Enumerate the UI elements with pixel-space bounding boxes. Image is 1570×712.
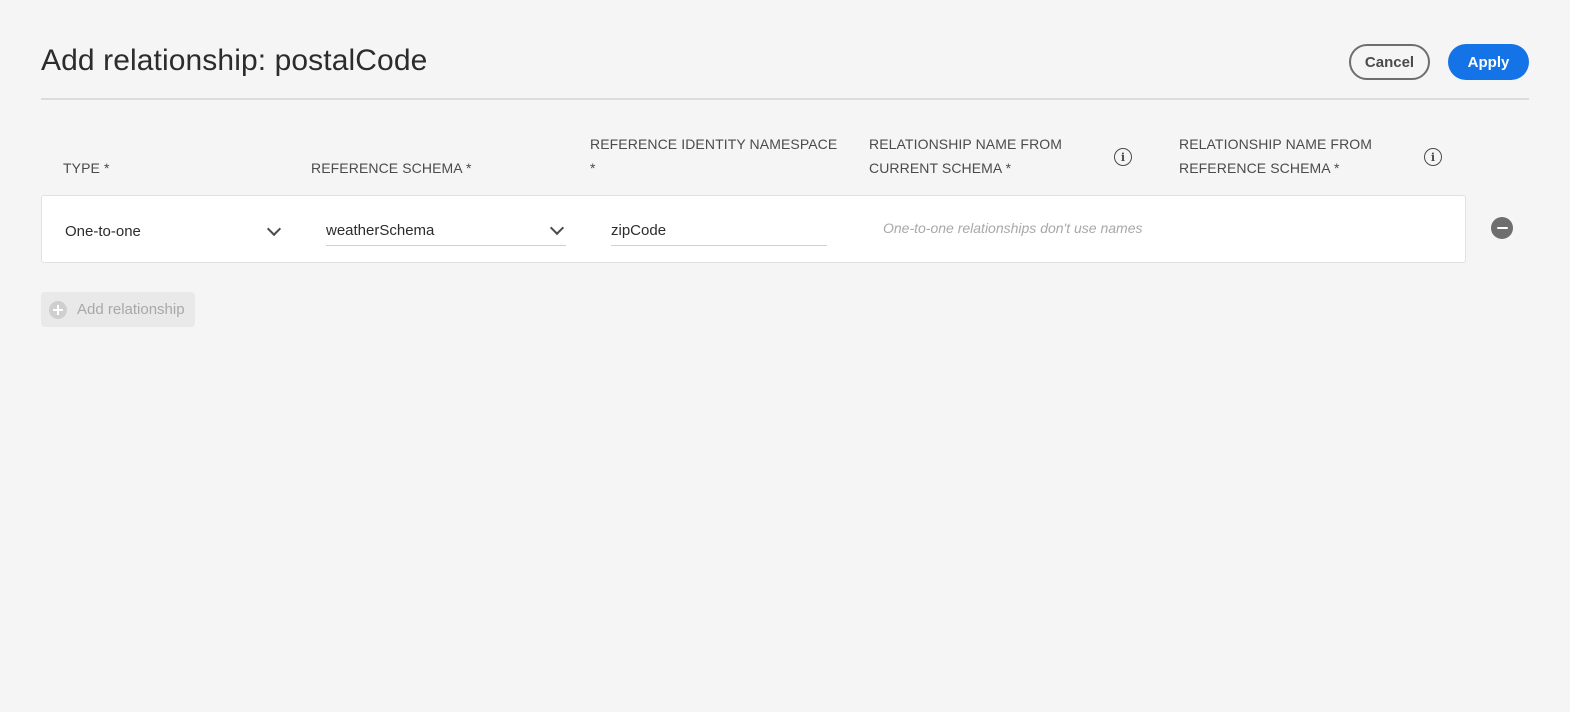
column-header-name-current-line1: RELATIONSHIP NAME FROM xyxy=(869,136,1063,152)
column-header-namespace-line1: REFERENCE IDENTITY NAMESPACE xyxy=(590,136,838,152)
column-header-name-reference-line2: REFERENCE SCHEMA * xyxy=(1179,160,1340,176)
column-header-reference-schema: REFERENCE SCHEMA * xyxy=(311,160,472,176)
info-icon[interactable]: i xyxy=(1114,148,1132,166)
column-header-namespace: REFERENCE IDENTITY NAMESPACE * xyxy=(590,132,837,180)
column-header-name-reference: RELATIONSHIP NAME FROM REFERENCE SCHEMA … xyxy=(1179,132,1372,180)
page-title: Add relationship: postalCode xyxy=(41,44,428,77)
add-circle-icon xyxy=(49,300,67,319)
reference-schema-picker[interactable]: weatherSchema xyxy=(326,216,566,246)
type-picker-value: One-to-one xyxy=(65,222,141,240)
remove-relationship-button[interactable] xyxy=(1491,217,1513,239)
column-header-namespace-line2: * xyxy=(590,160,596,176)
dialog-header: Add relationship: postalCode Cancel Appl… xyxy=(41,0,1529,100)
cancel-button[interactable]: Cancel xyxy=(1349,44,1430,80)
info-icon[interactable]: i xyxy=(1424,148,1442,166)
minus-icon xyxy=(1496,226,1508,230)
column-header-name-current: RELATIONSHIP NAME FROM CURRENT SCHEMA * xyxy=(869,132,1062,180)
add-relationship-label: Add relationship xyxy=(77,301,185,318)
namespace-field-value: zipCode xyxy=(611,222,667,239)
chevron-down-icon xyxy=(266,221,282,236)
namespace-field[interactable]: zipCode xyxy=(611,216,827,246)
relationship-row: One-to-one weatherSchema zipCode One-to-… xyxy=(41,195,1466,263)
reference-schema-value: weatherSchema xyxy=(326,222,435,239)
column-header-name-reference-line1: RELATIONSHIP NAME FROM xyxy=(1179,136,1373,152)
names-hint: One-to-one relationships don't use names xyxy=(883,220,1143,236)
column-header-type: TYPE * xyxy=(63,160,110,176)
apply-button[interactable]: Apply xyxy=(1448,44,1529,80)
chevron-down-icon xyxy=(549,220,565,236)
column-header-name-current-line2: CURRENT SCHEMA * xyxy=(869,160,1012,176)
add-relationship-button[interactable]: Add relationship xyxy=(41,292,195,327)
type-picker[interactable]: One-to-one xyxy=(65,216,283,246)
